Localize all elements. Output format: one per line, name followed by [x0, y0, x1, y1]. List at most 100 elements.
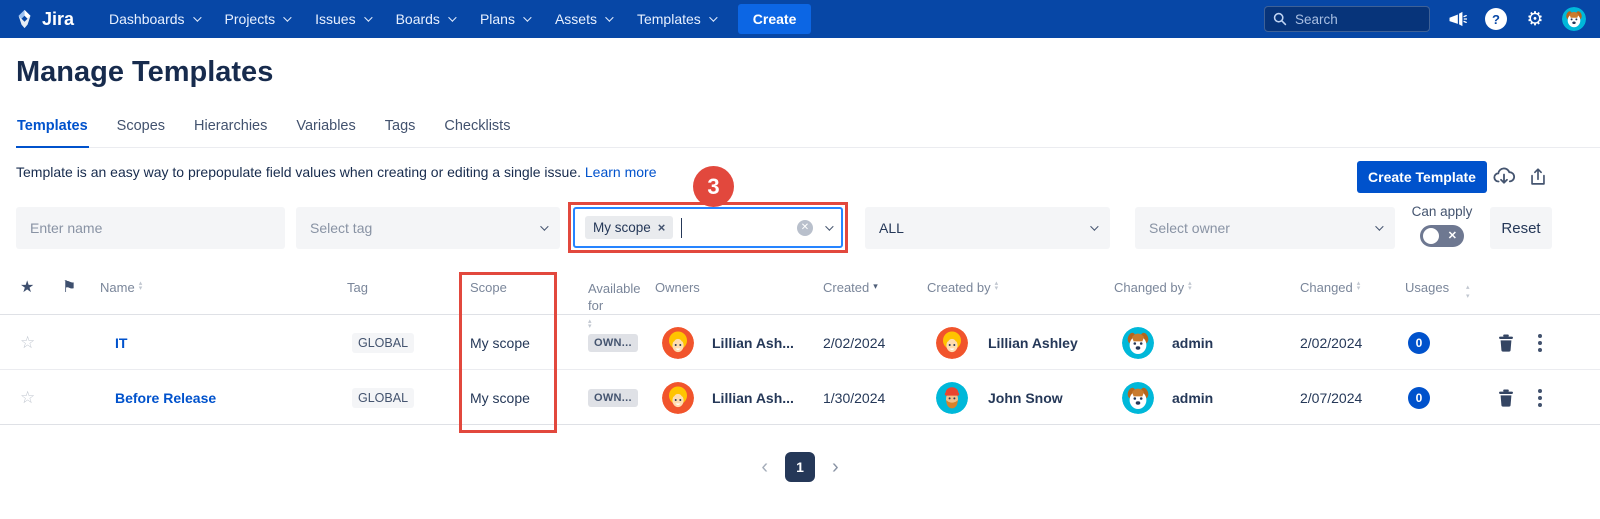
- tag-filter-select[interactable]: Select tag: [296, 207, 560, 249]
- reset-button[interactable]: Reset: [1490, 207, 1552, 249]
- nav-item-assets[interactable]: Assets: [555, 11, 611, 27]
- owner-link[interactable]: Lillian Ash...: [712, 315, 794, 370]
- created-by-link[interactable]: John Snow: [988, 370, 1063, 425]
- changed-by-avatar[interactable]: [1122, 370, 1154, 425]
- nav-item-issues[interactable]: Issues: [315, 11, 369, 27]
- nav-label: Templates: [637, 11, 701, 27]
- dog-avatar-icon: [1562, 7, 1586, 31]
- delete-trash-icon[interactable]: [1498, 315, 1514, 370]
- global-search[interactable]: [1264, 6, 1430, 32]
- favorite-star-icon[interactable]: ☆: [20, 315, 35, 370]
- tab-templates[interactable]: Templates: [16, 116, 89, 148]
- create-template-button[interactable]: Create Template: [1357, 161, 1487, 193]
- column-header-tag[interactable]: Tag: [347, 280, 368, 295]
- user-avatar[interactable]: [1562, 7, 1586, 31]
- chevron-down-icon: [709, 13, 717, 21]
- john-snow-avatar-icon: [936, 382, 968, 414]
- table-row: ☆ IT GLOBAL My scope OWN... Lillian Ash.…: [0, 315, 1600, 370]
- chevron-down-icon: [1090, 222, 1098, 230]
- help-glyph: ?: [1485, 8, 1507, 30]
- export-share-icon[interactable]: [1527, 165, 1551, 189]
- tab-scopes[interactable]: Scopes: [116, 116, 166, 147]
- row-actions-kebab-icon[interactable]: [1534, 315, 1546, 370]
- previous-page-icon[interactable]: ‹: [761, 452, 768, 482]
- created-cell: 1/30/2024: [823, 370, 885, 425]
- flag-column-icon[interactable]: ⚑: [62, 277, 76, 297]
- delete-trash-icon[interactable]: [1498, 370, 1514, 425]
- announcements-icon[interactable]: [1445, 7, 1469, 31]
- owner-link[interactable]: Lillian Ash...: [712, 370, 794, 425]
- nav-item-templates[interactable]: Templates: [637, 11, 715, 27]
- jira-logo[interactable]: Jira: [14, 8, 74, 30]
- tab-bar: Templates Scopes Hierarchies Variables T…: [16, 116, 1600, 148]
- nav-label: Assets: [555, 11, 597, 27]
- column-header-changed-by[interactable]: Changed by ▴▾: [1114, 280, 1192, 295]
- type-filter-select[interactable]: ALL: [865, 207, 1110, 249]
- sort-icon: ▴▾: [995, 282, 999, 295]
- changed-by-link[interactable]: admin: [1172, 370, 1213, 425]
- usages-sort-icon[interactable]: ▴▾: [1466, 286, 1470, 299]
- sort-desc-icon: ▾: [873, 281, 878, 295]
- chevron-down-icon[interactable]: [825, 222, 833, 230]
- tab-variables[interactable]: Variables: [295, 116, 356, 147]
- type-filter-value: ALL: [879, 220, 904, 236]
- column-header-changed[interactable]: Changed ▴▾: [1300, 280, 1360, 295]
- help-icon[interactable]: ?: [1484, 7, 1508, 31]
- column-label: Available for: [588, 280, 650, 314]
- row-actions-kebab-icon[interactable]: [1534, 370, 1546, 425]
- column-header-created[interactable]: Created ▾: [823, 280, 878, 295]
- can-apply-toggle[interactable]: ✕: [1420, 225, 1464, 247]
- search-input[interactable]: [1295, 12, 1405, 27]
- current-page-button[interactable]: 1: [785, 452, 815, 482]
- next-page-icon[interactable]: ›: [832, 452, 839, 482]
- chevron-down-icon: [523, 13, 531, 21]
- template-name-link[interactable]: IT: [115, 315, 127, 370]
- tab-hierarchies[interactable]: Hierarchies: [193, 116, 268, 147]
- nav-item-projects[interactable]: Projects: [225, 11, 290, 27]
- table-row: ☆ Before Release GLOBAL My scope OWN... …: [0, 370, 1600, 425]
- chip-remove-icon[interactable]: ×: [658, 220, 666, 235]
- settings-gear-icon[interactable]: ⚙: [1523, 7, 1547, 31]
- tab-checklists[interactable]: Checklists: [443, 116, 511, 147]
- usages-cell: 0: [1408, 315, 1430, 370]
- column-header-name[interactable]: Name ▴▾: [100, 280, 142, 295]
- nav-item-plans[interactable]: Plans: [480, 11, 529, 27]
- star-column-icon[interactable]: ★: [20, 277, 34, 297]
- created-by-avatar[interactable]: [936, 315, 968, 370]
- scope-cell: My scope: [470, 370, 530, 425]
- import-cloud-icon[interactable]: [1492, 165, 1516, 189]
- created-by-avatar[interactable]: [936, 370, 968, 425]
- scope-filter-select[interactable]: My scope × ✕: [573, 207, 843, 248]
- table-header: ★ ⚑ Name ▴▾ Tag Scope Available for ▴▾ O…: [0, 268, 1600, 315]
- navbar-right: ? ⚙: [1264, 6, 1586, 32]
- favorite-star-icon[interactable]: ☆: [20, 370, 35, 425]
- column-label: Created: [823, 280, 869, 295]
- owner-avatar[interactable]: [662, 370, 694, 425]
- nav-item-dashboards[interactable]: Dashboards: [109, 11, 199, 27]
- create-button[interactable]: Create: [738, 4, 812, 34]
- top-navbar: Jira Dashboards Projects Issues Boards P…: [0, 0, 1600, 38]
- learn-more-link[interactable]: Learn more: [585, 164, 657, 180]
- scope-cell: My scope: [470, 315, 530, 370]
- column-header-owners[interactable]: Owners: [655, 280, 700, 295]
- clear-all-icon[interactable]: ✕: [797, 220, 813, 236]
- owner-filter-select[interactable]: Select owner: [1135, 207, 1395, 249]
- search-icon: [1273, 12, 1287, 26]
- tag-badge: GLOBAL: [352, 333, 414, 353]
- name-filter-input[interactable]: [30, 220, 271, 236]
- tab-tags[interactable]: Tags: [384, 116, 417, 147]
- owner-avatar[interactable]: [662, 315, 694, 370]
- dog-avatar-icon: [1122, 327, 1154, 359]
- nav-label: Projects: [225, 11, 276, 27]
- created-by-link[interactable]: Lillian Ashley: [988, 315, 1078, 370]
- chevron-down-icon: [283, 13, 291, 21]
- changed-by-link[interactable]: admin: [1172, 315, 1213, 370]
- lillian-avatar-icon: [936, 327, 968, 359]
- column-header-scope[interactable]: Scope: [470, 280, 507, 295]
- column-header-created-by[interactable]: Created by ▴▾: [927, 280, 998, 295]
- changed-by-avatar[interactable]: [1122, 315, 1154, 370]
- nav-item-boards[interactable]: Boards: [396, 11, 454, 27]
- template-name-link[interactable]: Before Release: [115, 370, 216, 425]
- name-filter-field[interactable]: [16, 207, 285, 249]
- column-header-usages[interactable]: Usages: [1405, 280, 1449, 295]
